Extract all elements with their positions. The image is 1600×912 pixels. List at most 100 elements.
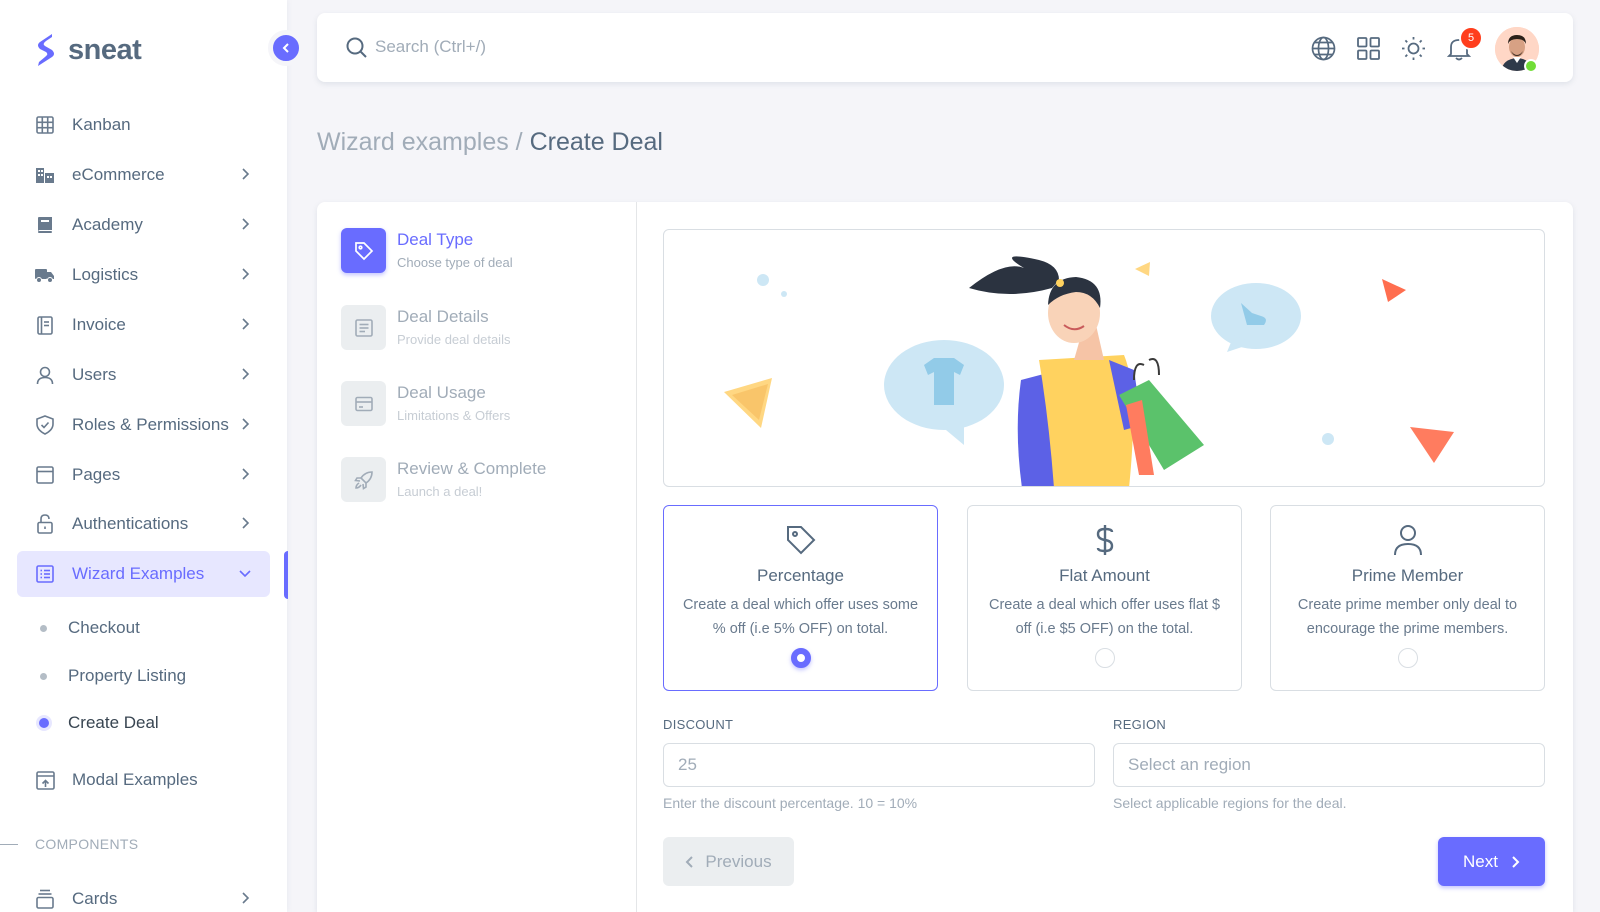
shield-icon	[35, 415, 55, 435]
language-globe-icon[interactable]	[1310, 35, 1336, 61]
next-button[interactable]: Next	[1438, 837, 1545, 886]
chevron-right-icon	[242, 517, 250, 529]
option-radio-percentage[interactable]	[790, 648, 811, 668]
region-label: REGION	[1113, 717, 1167, 732]
step-subtitle: Provide deal details	[397, 332, 511, 347]
user-icon	[1393, 525, 1422, 556]
chevron-left-icon	[686, 855, 694, 868]
sidebar-item-label: Authentications	[72, 514, 189, 533]
page-title: Create Deal	[529, 128, 663, 156]
option-description: Create a deal which offer uses flat $ of…	[988, 597, 1221, 637]
section-header-components: COMPONENTS	[0, 836, 138, 852]
brand[interactable]: sneat	[34, 32, 142, 68]
discount-help: Enter the discount percentage. 10 = 10%	[663, 795, 918, 811]
sidebar-subitem-label: Checkout	[68, 618, 140, 637]
tag-icon	[341, 228, 386, 273]
discount-label: DISCOUNT	[663, 717, 734, 732]
document-icon	[341, 305, 386, 350]
option-flat-amount[interactable]: Flat Amount Create a deal which offer us…	[967, 505, 1242, 691]
option-radio-flat-amount[interactable]	[1094, 648, 1115, 668]
bullet-dot	[40, 672, 47, 680]
wizard-step-deal-usage[interactable]: Deal Usage Limitations & Offers	[341, 381, 621, 427]
sidebar-item-wizard-examples[interactable]: Wizard Examples	[17, 551, 270, 597]
option-radio-prime-member[interactable]	[1397, 648, 1418, 668]
chevron-right-icon	[242, 368, 250, 380]
wizard-step-deal-details[interactable]: Deal Details Provide deal details	[341, 305, 621, 351]
step-subtitle: Launch a deal!	[397, 484, 483, 499]
wizard-step-review-complete[interactable]: Review & Complete Launch a deal!	[341, 457, 621, 503]
chevron-right-icon	[242, 468, 250, 480]
modal-icon	[35, 770, 55, 790]
sidebar: sneat Kanban eCommerce Academy Logistics…	[0, 0, 288, 912]
ecommerce-icon	[35, 165, 55, 185]
tag-icon	[786, 526, 815, 555]
sidebar-item-label: Invoice	[72, 315, 126, 334]
rocket-icon	[341, 457, 386, 502]
chevron-down-icon	[239, 570, 251, 578]
sidebar-item-logistics[interactable]: Logistics	[17, 252, 270, 298]
step-title: Deal Type	[397, 230, 474, 249]
sidebar-item-label: Pages	[72, 465, 121, 484]
chevron-right-icon	[242, 892, 250, 904]
sidebar-subitem-checkout[interactable]: Checkout	[17, 608, 270, 648]
previous-button[interactable]: Previous	[663, 837, 794, 886]
truck-icon	[35, 265, 55, 285]
breadcrumb-parent[interactable]: Wizard examples /	[317, 128, 523, 156]
sidebar-item-label: Academy	[72, 215, 143, 234]
sidebar-item-users[interactable]: Users	[17, 352, 270, 398]
chevron-right-icon	[242, 168, 250, 180]
discount-input[interactable]: 25	[663, 743, 1095, 787]
pages-icon	[35, 465, 55, 485]
option-title: Percentage	[757, 566, 844, 585]
search-input[interactable]	[375, 32, 775, 62]
apps-grid-icon[interactable]	[1355, 35, 1381, 61]
option-description: Create a deal which offer uses some % of…	[682, 597, 919, 637]
sidebar-item-ecommerce[interactable]: eCommerce	[17, 152, 270, 198]
invoice-icon	[35, 315, 55, 335]
chevron-right-icon	[242, 318, 250, 330]
sidebar-item-authentications[interactable]: Authentications	[17, 501, 270, 547]
sidebar-item-academy[interactable]: Academy	[17, 202, 270, 248]
step-title: Deal Details	[397, 307, 489, 326]
step-title: Deal Usage	[397, 383, 486, 402]
sidebar-item-cards[interactable]: Cards	[17, 876, 270, 912]
breadcrumb: Wizard examples / Create Deal	[317, 128, 663, 157]
section-header-label: COMPONENTS	[35, 836, 139, 852]
section-divider	[0, 843, 18, 845]
sidebar-item-invoice[interactable]: Invoice	[17, 302, 270, 348]
stepper-divider	[636, 202, 637, 912]
option-title: Flat Amount	[1059, 566, 1150, 585]
active-indicator	[284, 551, 288, 599]
option-prime-member[interactable]: Prime Member Create prime member only de…	[1270, 505, 1545, 691]
option-percentage[interactable]: Percentage Create a deal which offer use…	[663, 505, 938, 691]
theme-sun-icon[interactable]	[1400, 35, 1426, 61]
kanban-icon	[35, 115, 55, 135]
sidebar-item-pages[interactable]: Pages	[17, 452, 270, 498]
sidebar-item-roles-permissions[interactable]: Roles & Permissions	[17, 402, 270, 448]
next-button-label: Next	[1463, 851, 1498, 871]
sidebar-item-modal-examples[interactable]: Modal Examples	[17, 757, 270, 803]
chevron-right-icon	[242, 218, 250, 230]
cards-icon	[35, 889, 55, 909]
bullet-dot	[39, 718, 49, 728]
wizard-icon	[35, 564, 55, 584]
dollar-icon	[1096, 525, 1113, 555]
sidebar-item-label: Users	[72, 365, 117, 384]
sidebar-item-label: Kanban	[72, 115, 131, 134]
academy-icon	[35, 215, 55, 235]
region-select[interactable]: Select an region	[1113, 743, 1545, 787]
sidebar-item-kanban[interactable]: Kanban	[17, 102, 270, 148]
chevron-right-icon	[1512, 855, 1520, 868]
wizard-step-deal-type[interactable]: Deal Type Choose type of deal	[341, 228, 621, 274]
chevron-left-icon	[282, 43, 289, 53]
previous-button-label: Previous	[705, 851, 772, 871]
sidebar-item-label: Modal Examples	[72, 770, 198, 789]
deal-illustration	[663, 229, 1545, 487]
sidebar-subitem-create-deal[interactable]: Create Deal	[17, 703, 270, 743]
chevron-right-icon	[242, 418, 250, 430]
step-title: Review & Complete	[397, 459, 547, 478]
sidebar-collapse-button[interactable]	[268, 30, 304, 66]
option-title: Prime Member	[1351, 566, 1464, 585]
sidebar-subitem-property-listing[interactable]: Property Listing	[17, 656, 270, 696]
option-description: Create prime member only deal to encoura…	[1297, 597, 1518, 637]
